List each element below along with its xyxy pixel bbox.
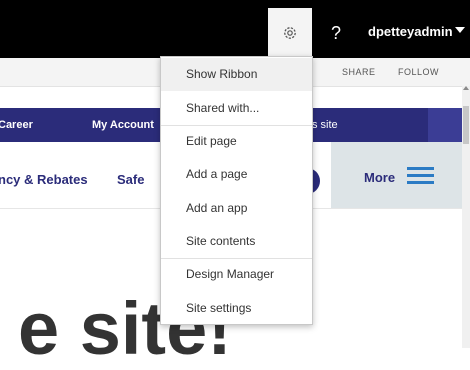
nav-item-rebates[interactable]: ncy & Rebates <box>0 172 88 187</box>
menu-item-add-app[interactable]: Add an app <box>161 192 312 225</box>
suite-bar: ? dpetteyadmin <box>0 0 470 58</box>
menu-item-shared-with[interactable]: Shared with... <box>161 92 312 125</box>
menu-item-design-manager[interactable]: Design Manager <box>161 258 312 291</box>
menu-item-add-page[interactable]: Add a page <box>161 158 312 191</box>
nav-item-career[interactable]: Career <box>0 119 33 131</box>
nav-right-block <box>428 108 462 142</box>
menu-item-edit-page[interactable]: Edit page <box>161 125 312 158</box>
menu-item-show-ribbon[interactable]: Show Ribbon <box>161 58 312 91</box>
share-link[interactable]: SHARE <box>342 67 376 77</box>
menu-item-site-contents[interactable]: Site contents <box>161 225 312 258</box>
nav-item-safety[interactable]: Safe <box>117 172 144 187</box>
more-menu-button[interactable]: More <box>331 142 462 208</box>
scroll-thumb[interactable] <box>463 106 469 144</box>
settings-button[interactable] <box>268 8 312 58</box>
settings-menu: Show Ribbon Shared with... Edit page Add… <box>160 56 313 325</box>
hamburger-icon <box>407 167 434 185</box>
page-scrollbar[interactable] <box>462 86 470 348</box>
more-label: More <box>364 170 396 185</box>
nav-item-my-account[interactable]: My Account <box>92 119 154 131</box>
nav-item-site[interactable]: s site <box>312 119 338 131</box>
user-name[interactable]: dpetteyadmin <box>368 24 453 39</box>
scroll-up-arrow-icon[interactable] <box>463 86 469 90</box>
chevron-down-icon[interactable] <box>455 27 465 33</box>
follow-link[interactable]: FOLLOW <box>398 67 439 77</box>
help-button[interactable]: ? <box>324 20 348 46</box>
gear-icon <box>284 27 296 39</box>
menu-item-site-settings[interactable]: Site settings <box>161 292 312 325</box>
